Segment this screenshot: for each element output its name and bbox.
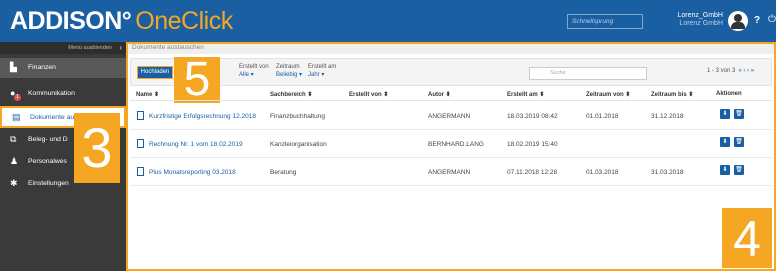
- column-header[interactable]: Autor ⬍: [428, 91, 451, 98]
- filter-erstellt-am[interactable]: Erstellt am Jahr ▾: [308, 63, 336, 79]
- sidebar-item-kommunikation[interactable]: ● 1 Kommunikation: [0, 84, 126, 104]
- cell-zeitraum-von: 01.03.2018: [586, 169, 619, 176]
- filter-zeitraum[interactable]: Zeitraum Beliebig ▾: [276, 63, 302, 79]
- cell-autor: ANGERMANN: [428, 169, 471, 176]
- download-icon[interactable]: ⬇: [720, 165, 730, 175]
- download-icon[interactable]: ⬇: [720, 137, 730, 147]
- people-icon: ♟: [10, 156, 19, 166]
- filter-value: Jahr ▾: [308, 72, 325, 78]
- brand-sub: OneClick: [135, 7, 233, 35]
- trash-icon[interactable]: 🗑: [734, 109, 744, 119]
- app-logo: ADDISON° OneClick: [10, 7, 233, 36]
- table-header: Name ⬍ Sachbereich ⬍ Erstellt von ⬍ Auto…: [130, 87, 772, 101]
- brand-main: ADDISON°: [10, 7, 132, 35]
- hide-menu-button[interactable]: Menü ausblenden ‹: [0, 42, 126, 54]
- pager-arrows-icon[interactable]: « ‹ › »: [738, 68, 754, 74]
- sidebar-item-label: Einstellungen: [28, 180, 69, 187]
- gear-icon: ✱: [10, 178, 18, 188]
- avatar[interactable]: [728, 11, 748, 31]
- sidebar-item-label: Beleg- und D: [28, 136, 68, 143]
- cell-sachbereich: Finanzbuchhaltung: [270, 113, 325, 120]
- filter-erstellt-von[interactable]: Erstellt von Alle ▾: [239, 63, 269, 79]
- column-header[interactable]: Erstellt am ⬍: [507, 91, 544, 98]
- cell-zeitraum-von: 01.01.2018: [586, 113, 619, 120]
- pagination: 1 - 3 von 3 « ‹ › »: [707, 68, 754, 74]
- document-name-link[interactable]: Kurzfristige Erfolgsrechnung 12.2018: [149, 113, 256, 120]
- cell-zeitraum-bis: 31.12.2018: [651, 113, 684, 120]
- power-icon[interactable]: ⏻: [768, 14, 776, 25]
- user-subtitle: Lorenz GmbH: [679, 20, 723, 27]
- filter-label: Zeitraum: [276, 64, 300, 70]
- quick-jump-input[interactable]: Schnellsprung: [567, 14, 643, 29]
- chart-icon: ▙: [10, 62, 17, 72]
- table-row: Kurzfristige Erfolgsrechnung 12.2018 Fin…: [130, 102, 772, 130]
- cell-sachbereich: Kanzleiorganisation: [270, 141, 327, 148]
- search-input[interactable]: Suche: [529, 67, 647, 80]
- filter-value: Alle ▾: [239, 72, 254, 78]
- column-header[interactable]: Sachbereich ⬍: [270, 91, 312, 98]
- column-header[interactable]: Zeitraum von ⬍: [586, 91, 630, 98]
- pdf-icon: [137, 139, 144, 148]
- cell-erstellt-am: 07.11.2018 12:28: [507, 169, 558, 176]
- column-header[interactable]: Zeitraum bis ⬍: [651, 91, 693, 98]
- column-header[interactable]: Name ⬍: [136, 91, 159, 98]
- cell-erstellt-am: 18.03.2019 08:42: [507, 113, 558, 120]
- toolbar: Hochladen Erstellt von Alle ▾ Zeitraum Bel…: [130, 58, 772, 86]
- document-icon: ▤: [12, 112, 21, 122]
- user-info[interactable]: Lorenz_GmbH Lorenz GmbH: [660, 12, 723, 28]
- cell-zeitraum-bis: 31.03.2018: [651, 169, 684, 176]
- cell-autor: BERNHARD.LANG: [428, 141, 484, 148]
- sidebar-item-label: Finanzen: [28, 64, 56, 71]
- help-icon[interactable]: ?: [754, 15, 760, 26]
- column-header[interactable]: Erstellt von ⬍: [349, 91, 388, 98]
- cell-erstellt-am: 18.02.2019 15:40: [507, 141, 558, 148]
- receipt-icon: ⧉: [10, 134, 17, 144]
- document-name-link[interactable]: Rechnung Nr. 1 vom 18.02.2019: [149, 141, 243, 148]
- pager-text: 1 - 3 von 3: [707, 68, 736, 74]
- callout-badge-3: 3: [74, 113, 120, 183]
- download-icon[interactable]: ⬇: [720, 109, 730, 119]
- sidebar-item-label: Kommunikation: [28, 90, 75, 97]
- trash-icon[interactable]: 🗑: [734, 137, 744, 147]
- cell-sachbereich: Beratung: [270, 169, 297, 176]
- breadcrumb: Dokumente austauschen: [126, 42, 776, 54]
- user-company: Lorenz_GmbH: [677, 12, 723, 19]
- chevron-left-icon: ‹: [119, 43, 122, 52]
- trash-icon[interactable]: 🗑: [734, 165, 744, 175]
- pdf-icon: [137, 111, 144, 120]
- filter-label: Erstellt von: [239, 64, 269, 70]
- document-name-link[interactable]: Plus Monatsreporting 03.2018: [149, 169, 236, 176]
- sidebar-item-finanzen[interactable]: ▙ Finanzen: [0, 58, 126, 78]
- table-row: Plus Monatsreporting 03.2018 Beratung AN…: [130, 158, 772, 186]
- main-content: Dokumente austauschen Hochladen Erstellt…: [126, 42, 776, 271]
- sidebar-item-label: Personalwes: [28, 158, 67, 165]
- hide-menu-label: Menü ausblenden: [68, 45, 112, 51]
- upload-button[interactable]: Hochladen: [137, 66, 173, 79]
- top-bar: ADDISON° OneClick Schnellsprung Lorenz_Gm…: [0, 0, 776, 42]
- notification-badge: 1: [14, 94, 21, 101]
- pdf-icon: [137, 167, 144, 176]
- callout-badge-4: 4: [722, 208, 772, 268]
- filter-value: Beliebig ▾: [276, 72, 303, 78]
- column-header: Aktionen: [716, 91, 742, 97]
- table-row: Rechnung Nr. 1 vom 18.02.2019 Kanzleiorg…: [130, 130, 772, 158]
- filter-label: Erstellt am: [308, 64, 337, 70]
- cell-autor: ANGERMANN: [428, 113, 471, 120]
